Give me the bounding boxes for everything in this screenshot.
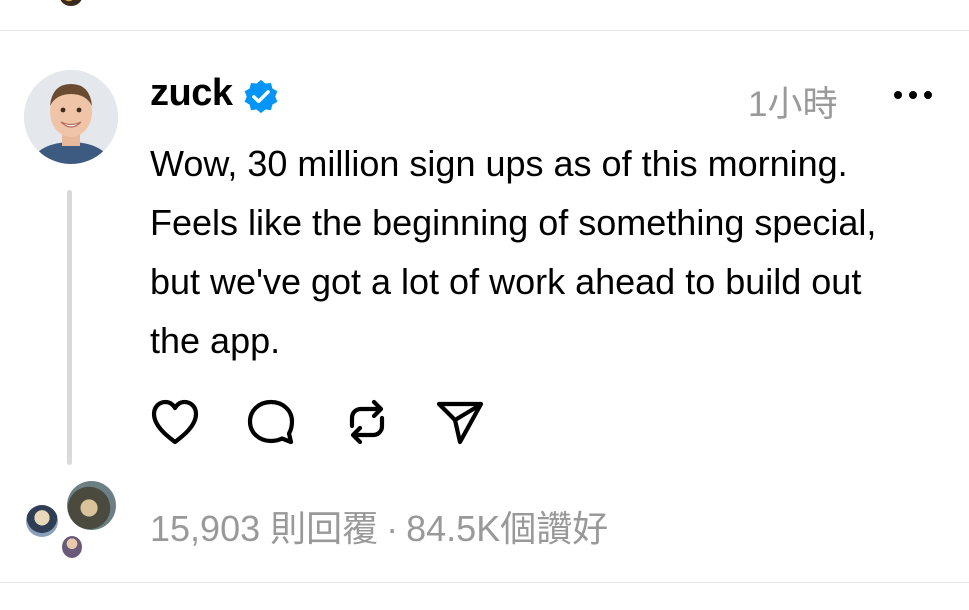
top-divider [0,30,969,31]
comment-button[interactable] [244,396,298,448]
author-avatar-image [24,70,118,164]
post-text-line: Feels like the beginning of something sp… [150,202,877,243]
send-icon [436,401,484,445]
post-text-line: Wow, 30 million sign ups as of this morn… [150,143,848,184]
thread-line [67,190,72,465]
replier-avatar [26,505,58,537]
post-timestamp: 1小時 [748,85,838,124]
post-text-line: but we've got a lot of work ahead to bui… [150,261,862,302]
replies-count-link[interactable]: 15,903 則回覆 [150,508,378,549]
repost-icon [349,399,385,445]
comment-bubble-icon [247,399,295,445]
stats-separator: · [386,508,399,549]
bottom-divider [0,582,969,583]
like-button[interactable] [148,396,202,448]
post-text-line: the app. [150,320,281,361]
share-button[interactable] [433,396,487,448]
heart-icon [151,399,199,445]
verified-badge-icon [244,79,278,114]
replier-avatar [62,536,82,558]
author-avatar[interactable] [24,70,118,164]
more-horizontal-icon [894,91,932,99]
username-link[interactable]: zuck [150,72,233,115]
post-body: Wow, 30 million sign ups as of this morn… [150,134,950,370]
replier-avatar [67,481,116,530]
likes-count-link[interactable]: 84.5K個讚好 [406,508,608,549]
more-options-button[interactable] [888,80,938,110]
post-stats: 15,903 則回覆 · 84.5K個讚好 [150,500,608,552]
repost-button[interactable] [340,396,394,448]
previous-post-avatar[interactable] [60,0,82,6]
